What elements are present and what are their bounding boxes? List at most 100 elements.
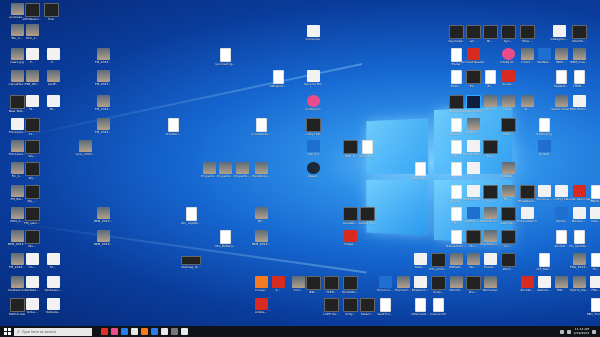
desktop-icon[interactable]: Workshop... [248,162,274,184]
desktop-icon[interactable]: BBUS... [583,185,600,207]
img-icon [96,48,110,60]
desktop-icon[interactable]: BPM_Cow... [566,48,592,70]
network-icon[interactable] [559,329,564,334]
desktop-icon[interactable]: ExplorePatch [514,207,540,229]
desktop-icon[interactable]: HTML... [566,70,592,92]
file-icon [573,230,585,244]
search-box[interactable]: ⌕ Type here to search [14,327,92,336]
desktop-icon[interactable]: Perfect... [460,118,486,140]
desktop-icon[interactable]: Fo... [40,253,66,275]
desktop-icon[interactable]: Workshop [477,276,503,298]
desktop-icon[interactable]: Lip4F... [40,70,66,92]
desktop-icon[interactable]: PRM_2023... [90,207,116,229]
img-icon [235,162,249,174]
desktop-icon[interactable]: Ani... [495,230,521,252]
desktop-icon[interactable]: TC... [583,253,600,275]
taskbar-app-icon[interactable] [131,328,138,335]
desktop-icon[interactable]: Wire... [514,25,540,47]
desktop-icon[interactable]: Adobe... [248,298,274,320]
taskbar-app-icon[interactable] [161,328,168,335]
white-icon [466,162,480,174]
dark-icon [359,207,375,221]
taskbar-app-icon[interactable] [181,328,188,335]
desktop-icon[interactable]: Work... [495,253,521,275]
desktop-icon[interactable]: PRM_2023... [248,230,274,252]
desktop-icon[interactable]: Fs... [19,118,45,140]
desktop-icon[interactable]: CIT_Test... [531,253,557,275]
desktop-icon[interactable]: Unity Hub [300,118,326,140]
desktop-icon[interactable]: license.txt [425,298,451,320]
taskbar-app-icon[interactable] [101,328,108,335]
desktop-icon[interactable]: Pink_s... [19,24,45,46]
file-icon [272,70,284,84]
desktop-icon[interactable]: FM_2023... [90,48,116,70]
pink-icon [306,95,320,107]
desktop-icon[interactable]: Tera [477,140,503,162]
desktop-icon[interactable]: Tradingmg [531,118,557,140]
desktop-icon[interactable]: Wy... [19,162,45,184]
desktop-icon[interactable]: StudioRC... [337,276,363,298]
desktop-icon[interactable]: Ws... [19,230,45,252]
desktop[interactable]: quicksav... eSHIIsserv... Trial Blu_4... Pin… [0,0,600,326]
desktop-icon[interactable]: SeeThru... [372,298,398,320]
desktop-icon[interactable]: ATL_registri... [178,207,204,229]
desktop-icon[interactable]: MacOS... [566,25,592,47]
desktop-icon[interactable]: Yarbelle... [40,298,66,320]
desktop-icon[interactable]: Subtitle... [495,162,521,184]
desktop-icon[interactable]: Recycle Bin [300,70,326,92]
desktop-icon-label: BBUS... [590,200,600,203]
notification-icon[interactable] [592,329,596,334]
desktop-icon[interactable]: PSD Photo... [566,95,592,117]
desktop-icon[interactable]: Wy... [19,140,45,162]
desktop-icon[interactable]: FM_2023... [90,70,116,92]
desktop-icon[interactable]: NVD... [495,118,521,140]
desktop-icon[interactable]: MID_Trans... [583,298,600,320]
desktop-icon[interactable]: USL_Battery... [212,230,238,252]
desktop-icon[interactable]: Image... [337,230,363,252]
desktop-icon[interactable]: drivetec... [160,118,186,140]
volume-icon[interactable] [566,329,571,334]
taskbar-app-icon[interactable] [141,328,148,335]
desktop-icon-label: Adobe Ph... [358,222,376,225]
file-icon [414,298,426,312]
desktop-icon[interactable]: Adobe Ph... [354,207,380,229]
desktop-icon[interactable]: acrossbeta... [248,118,274,140]
desktop-icon[interactable]: Lynx_2023... [72,140,98,162]
desktop-icon[interactable]: Nutmeg_fp... [178,253,204,275]
desktop-icon[interactable]: Trial [38,3,64,25]
desktop-icon[interactable]: R... [514,95,540,117]
taskbar-app-icon[interactable] [171,328,178,335]
desktop-icon[interactable]: Acrobat Reader [460,48,486,70]
desktop-icon[interactable]: Quizlet [531,140,557,162]
desktop-icon[interactable]: reflexdisc... [407,162,433,184]
desktop-icon[interactable]: FM_qwin... [19,207,45,229]
desktop-icon[interactable]: rav... [460,162,486,184]
clock[interactable]: 11:14 AM 2/19/2023 [574,327,589,335]
desktop-icon[interactable]: FM_2023... [90,118,116,140]
desktop-icon[interactable]: Sumatra... [354,140,380,162]
desktop-icon[interactable]: New... [583,207,600,229]
desktop-icon[interactable]: APIreport... [265,70,291,92]
desktop-icon[interactable]: Joe Ak... [495,70,521,92]
taskbar-app-icon[interactable] [121,328,128,335]
taskbar-app-icon[interactable] [151,328,158,335]
desktop-icon[interactable]: F... [40,48,66,70]
desktop-icon[interactable]: Steam [300,162,326,184]
desktop-icon[interactable]: Computer [300,25,326,47]
taskbar-app-icon[interactable] [111,328,118,335]
desktop-icon[interactable]: PRM_2023... [90,230,116,252]
desktop-icon[interactable]: FNG... [583,276,600,298]
desktop-icon[interactable]: FM_2023... [90,95,116,117]
desktop-icon[interactable]: Br... [40,95,66,117]
desktop-icon[interactable]: Wy_... [19,185,45,207]
desktop-icon[interactable]: FG_Update... [566,230,592,252]
desktop-icon-label: PRM_2023... [93,220,113,223]
desktop-icon-label: Br... [50,108,56,111]
desktop-icon[interactable]: Ventaaan... [40,276,66,298]
desktop-icon[interactable]: nocnnectng... [212,48,238,70]
desktop-icon-label: Quizlet [538,153,550,156]
desktop-icon[interactable]: NT... [248,207,274,229]
desktop-icon[interactable]: Discord [300,140,326,162]
desktop-icon[interactable]: Instagram [300,95,326,117]
start-button[interactable] [0,326,14,337]
